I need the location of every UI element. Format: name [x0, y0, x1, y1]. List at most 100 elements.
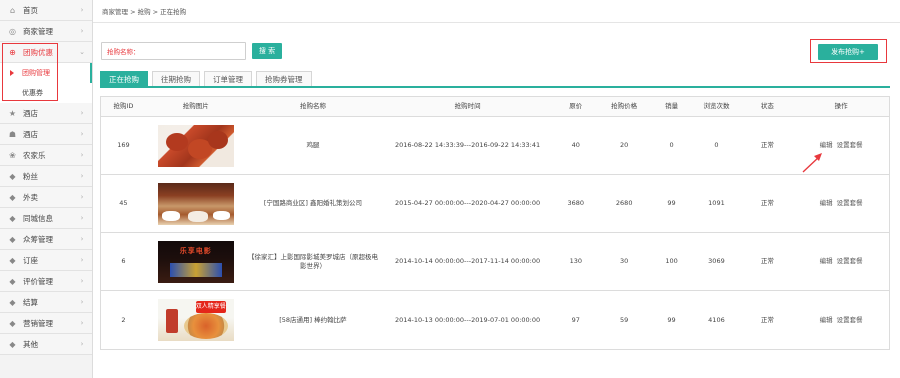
- cell-original-price: 130: [569, 257, 582, 266]
- edit-link[interactable]: 编辑: [820, 316, 833, 324]
- sidebar-item-label: 评价管理: [23, 276, 53, 286]
- set-package-link[interactable]: 设置套餐: [837, 199, 863, 207]
- cell-time: 2014-10-14 00:00:00---2017-11-14 00:00:0…: [395, 257, 541, 266]
- cell-views: 4106: [708, 315, 725, 324]
- table-row: 6 乐享电影 【徐家汇】上影国际影城美罗城店（原超极电影世界） 2014-10-…: [101, 233, 889, 291]
- chevron-right-icon: ›: [80, 151, 84, 159]
- chevron-right-icon: ›: [80, 27, 84, 35]
- product-image[interactable]: [157, 182, 234, 225]
- product-image[interactable]: 双人精享餐: [157, 299, 234, 341]
- set-package-link[interactable]: 设置套餐: [837, 141, 863, 149]
- cell-actions: 编辑 设置套餐: [793, 233, 889, 290]
- column-header: 状态: [760, 102, 774, 111]
- sidebar-item-marketing[interactable]: ◆ 营销管理 ›: [0, 313, 92, 334]
- star-icon: ★: [8, 108, 17, 118]
- chevron-right-icon: ›: [80, 214, 84, 222]
- tab-orders[interactable]: 订单管理: [204, 71, 252, 86]
- sidebar-item-takeout[interactable]: ◆ 外卖 ›: [0, 187, 92, 208]
- tag-icon: ◆: [9, 297, 16, 307]
- tag-icon: ◆: [9, 276, 16, 286]
- cell-id: 6: [121, 257, 126, 266]
- column-header: 抢购ID: [113, 102, 134, 111]
- chevron-right-icon: ›: [80, 130, 84, 138]
- search-input[interactable]: [141, 44, 232, 58]
- sidebar-item-fans[interactable]: ◆ 粉丝 ›: [0, 166, 92, 187]
- tab-past[interactable]: 往期抢购: [152, 71, 200, 86]
- sidebar-item-label: 团购优惠: [23, 47, 53, 57]
- sidebar-item-hotel-star[interactable]: ★ 酒店 ›: [0, 103, 92, 124]
- sidebar-item-label: 农家乐: [23, 150, 46, 160]
- sidebar-subitem-group-buy-manage[interactable]: 团购管理: [0, 63, 92, 83]
- cell-price: 20: [620, 141, 629, 150]
- sidebar: ⌂ 首页 › ◎ 商家管理 › ⊕ 团购优惠 ⌄ 团购管理 优惠券 ★ 酒店 ›…: [0, 0, 93, 378]
- cell-actions: 编辑 设置套餐: [793, 175, 889, 232]
- cell-name: 鸡腿: [306, 141, 320, 150]
- tab-bar: 正在抢购 往期抢购 订单管理 抢购券管理: [100, 71, 890, 88]
- chevron-right-icon: ›: [80, 277, 84, 285]
- cell-name: 【徐家汇】上影国际影城美罗城店（原超极电影世界）: [247, 253, 378, 270]
- sidebar-item-crowdfund[interactable]: ◆ 众筹管理 ›: [0, 229, 92, 250]
- cell-sales: 100: [665, 257, 678, 266]
- chevron-right-icon: ›: [80, 319, 84, 327]
- product-image[interactable]: 乐享电影: [157, 240, 234, 283]
- table-row: 169 鸡腿 2016-08-22 14:33:39---2016-09-22 …: [101, 117, 889, 175]
- set-package-link[interactable]: 设置套餐: [837, 257, 863, 265]
- sidebar-item-label: 酒店: [23, 108, 38, 118]
- cell-image: [146, 117, 246, 174]
- set-package-link[interactable]: 设置套餐: [837, 316, 863, 324]
- tab-coupons[interactable]: 抢购券管理: [256, 71, 312, 86]
- bullet-icon: [10, 70, 14, 76]
- tag-icon: ◆: [9, 255, 16, 265]
- search-button[interactable]: 搜 索: [252, 43, 282, 59]
- tag-icon: ◆: [9, 213, 16, 223]
- cell-image: 乐享电影: [146, 233, 246, 290]
- cell-name: [58店通用] 棒约翰比萨: [279, 315, 347, 324]
- cell-price: 30: [620, 257, 629, 266]
- sidebar-item-reviews[interactable]: ◆ 评价管理 ›: [0, 271, 92, 292]
- cell-id: 45: [119, 199, 128, 208]
- sidebar-item-home[interactable]: ⌂ 首页 ›: [0, 0, 92, 21]
- sidebar-subitem-label: 团购管理: [22, 69, 50, 77]
- sidebar-item-other[interactable]: ◆ 其他 ›: [0, 334, 92, 355]
- cell-views: 3069: [708, 257, 725, 266]
- sidebar-item-settlement[interactable]: ◆ 结算 ›: [0, 292, 92, 313]
- sidebar-item-hotel[interactable]: ☗ 酒店 ›: [0, 124, 92, 145]
- sidebar-item-label: 同城信息: [23, 213, 53, 223]
- edit-link[interactable]: 编辑: [820, 257, 833, 265]
- group-buy-icon: ⊕: [9, 47, 16, 57]
- edit-link[interactable]: 编辑: [820, 141, 833, 149]
- search-label: 抢购名称：: [107, 48, 140, 56]
- cell-sales: 99: [667, 199, 676, 208]
- table-row: 45 [宁国路商业区] 鑫阳婚礼策划公司 2015-04-27 00:00:00…: [101, 175, 889, 233]
- cell-price: 59: [620, 315, 629, 324]
- publish-group-buy-button[interactable]: 发布抢购+: [818, 44, 878, 60]
- sidebar-subitem-coupon[interactable]: 优惠券: [0, 83, 92, 103]
- product-image[interactable]: [157, 124, 234, 167]
- sidebar-item-booking[interactable]: ◆ 订座 ›: [0, 250, 92, 271]
- column-header: 抢购价格: [611, 102, 638, 111]
- table-row: 2 双人精享餐 [58店通用] 棒约翰比萨 2014-10-13 00:00:0…: [101, 291, 889, 349]
- edit-link[interactable]: 编辑: [820, 199, 833, 207]
- chevron-right-icon: ›: [80, 6, 84, 14]
- search-field[interactable]: 抢购名称：: [101, 42, 246, 60]
- column-header: 抢购图片: [182, 102, 209, 111]
- sidebar-item-label: 外卖: [23, 192, 38, 202]
- chevron-right-icon: ›: [80, 298, 84, 306]
- cell-sales: 99: [667, 315, 676, 324]
- sidebar-item-local-info[interactable]: ◆ 同城信息 ›: [0, 208, 92, 229]
- tab-ongoing[interactable]: 正在抢购: [100, 71, 148, 86]
- chevron-right-icon: ›: [80, 256, 84, 264]
- cell-views: 1091: [708, 199, 725, 208]
- sidebar-item-group-buy[interactable]: ⊕ 团购优惠 ⌄: [0, 42, 92, 63]
- sidebar-item-merchant[interactable]: ◎ 商家管理 ›: [0, 21, 92, 42]
- search-bar: 抢购名称： 搜 索: [101, 42, 282, 60]
- cell-id: 169: [117, 141, 130, 150]
- tag-icon: ◆: [9, 318, 16, 328]
- column-header: 浏览次数: [703, 102, 730, 111]
- sidebar-item-farm[interactable]: ❀ 农家乐 ›: [0, 145, 92, 166]
- farm-icon: ❀: [9, 150, 16, 160]
- cell-image: [146, 175, 246, 232]
- cell-time: 2015-04-27 00:00:00---2020-04-27 00:00:0…: [395, 199, 541, 208]
- cell-original-price: 3680: [567, 199, 585, 208]
- sidebar-item-label: 酒店: [23, 129, 38, 139]
